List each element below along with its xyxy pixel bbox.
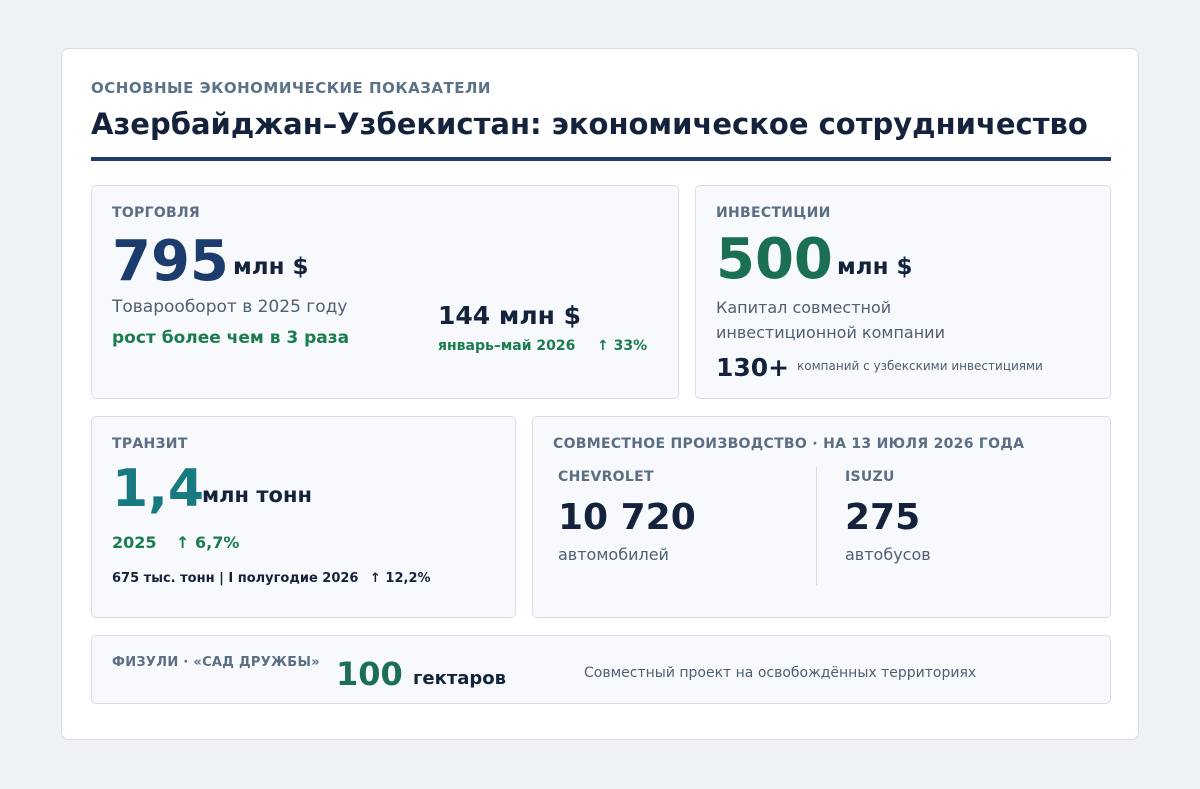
isuzu-brand: ISUZU (845, 469, 895, 485)
isuzu-value: 275 (845, 497, 921, 538)
fuzuli-label: ФИЗУЛИ · «САД ДРУЖБЫ» (112, 655, 320, 670)
companies-count: 130+ (716, 353, 790, 382)
chevrolet-unit: автомобилей (558, 545, 669, 564)
fuzuli-unit: гектаров (413, 668, 507, 689)
investment-label: ИНВЕСТИЦИИ (716, 205, 831, 221)
page-title: Азербайджан–Узбекистан: экономическое со… (91, 107, 1088, 141)
transit-panel: ТРАНЗИТ 1,4 млн тонн 2025 ↑ 6,7% 675 тыс… (91, 416, 516, 618)
transit-year-change: ↑ 6,7% (176, 533, 240, 552)
isuzu-unit: автобусов (845, 545, 931, 564)
fuzuli-panel: ФИЗУЛИ · «САД ДРУЖБЫ» 100 гектаров Совме… (91, 635, 1111, 704)
transit-half-year-change: ↑ 12,2% (370, 571, 431, 586)
chevrolet-value: 10 720 (558, 497, 696, 538)
dashboard-card: ОСНОВНЫЕ ЭКОНОМИЧЕСКИЕ ПОКАЗАТЕЛИ Азерба… (61, 48, 1139, 740)
section-kicker: ОСНОВНЫЕ ЭКОНОМИЧЕСКИЕ ПОКАЗАТЕЛИ (91, 79, 491, 97)
trade-secondary-period: январь–май 2026 (438, 338, 576, 354)
chevrolet-brand: CHEVROLET (558, 469, 654, 485)
trade-panel: ТОРГОВЛЯ 795 млн $ Товарооборот в 2025 г… (91, 185, 679, 399)
trade-description: Товарооборот в 2025 году (112, 297, 348, 317)
production-label: СОВМЕСТНОЕ ПРОИЗВОДСТВО · НА 13 ИЮЛЯ 202… (553, 436, 1025, 452)
production-divider (816, 467, 817, 585)
transit-label: ТРАНЗИТ (112, 436, 188, 452)
investment-unit: млн $ (837, 254, 913, 280)
trade-secondary-value: 144 млн $ (438, 301, 582, 330)
transit-unit: млн тонн (202, 483, 312, 507)
production-panel: СОВМЕСТНОЕ ПРОИЗВОДСТВО · НА 13 ИЮЛЯ 202… (532, 416, 1111, 618)
trade-growth: рост более чем в 3 раза (112, 328, 350, 348)
trade-unit: млн $ (233, 254, 309, 280)
title-underline (91, 157, 1111, 161)
trade-label: ТОРГОВЛЯ (112, 205, 201, 221)
investment-panel: ИНВЕСТИЦИИ 500 млн $ Капитал совместной … (695, 185, 1111, 399)
transit-half-year: 675 тыс. тонн | I полугодие 2026 (112, 571, 359, 586)
trade-value: 795 (112, 229, 229, 294)
trade-secondary-change: ↑ 33% (597, 338, 648, 354)
fuzuli-value: 100 (336, 655, 403, 693)
investment-value: 500 (716, 227, 833, 292)
transit-year: 2025 (112, 533, 157, 552)
investment-description-line1: Капитал совместной (716, 298, 892, 317)
companies-text: компаний с узбекскими инвестициями (797, 359, 1043, 373)
fuzuli-description: Совместный проект на освобождённых терри… (584, 665, 977, 681)
investment-description-line2: инвестиционной компании (716, 323, 945, 342)
transit-value: 1,4 (112, 459, 205, 519)
